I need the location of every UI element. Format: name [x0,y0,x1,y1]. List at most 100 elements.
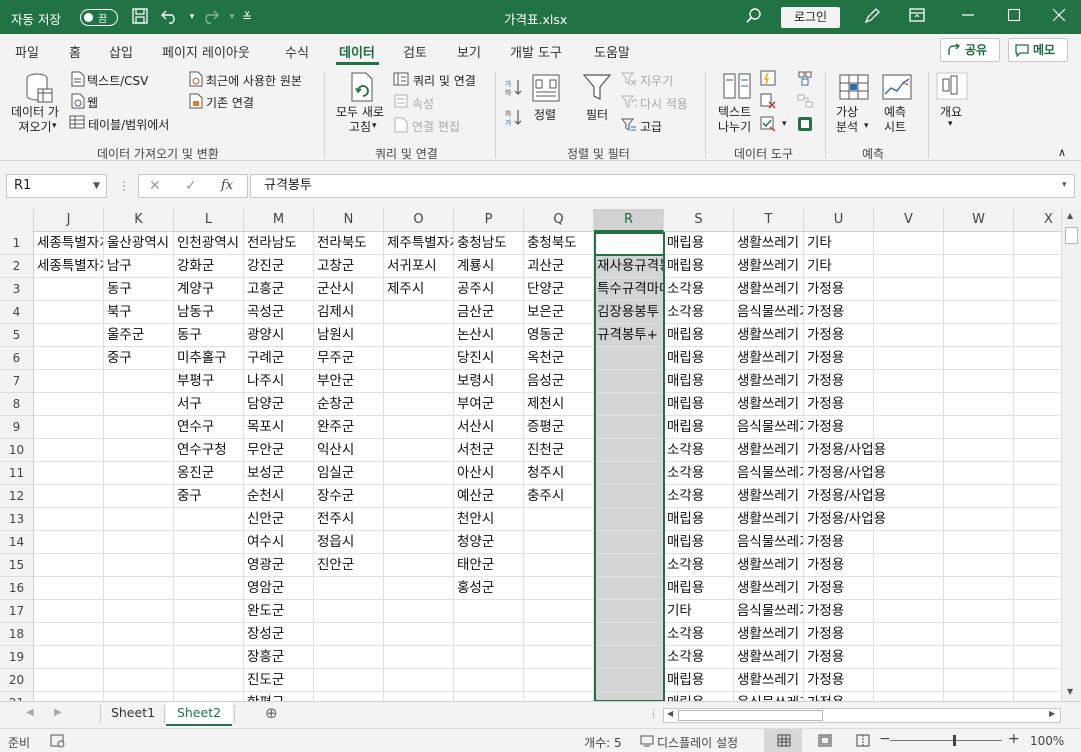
cell-s4[interactable]: 소각용 [664,301,733,324]
cell-u5[interactable]: 가정용 [804,324,944,347]
cell-m8[interactable]: 담양군 [244,393,313,416]
row-header-17[interactable]: 17 [0,600,34,623]
cell-u1[interactable]: 기타 [804,232,944,255]
cell-q5[interactable]: 영동군 [524,324,593,347]
row-header-7[interactable]: 7 [0,370,34,393]
cell-n7[interactable]: 부안군 [314,370,383,393]
edit-links-button[interactable]: 연결 편집 [412,118,460,135]
zoom-slider[interactable] [890,740,1002,741]
row-header-20[interactable]: 20 [0,669,34,692]
column-header-w[interactable]: W [944,209,1014,232]
reapply-button[interactable]: 다시 적용 [640,95,688,112]
cell-u21[interactable]: 가정용 [804,692,944,701]
cell-k5[interactable]: 울주군 [104,324,173,347]
cell-l6[interactable]: 미추홀구 [174,347,243,370]
cell-p13[interactable]: 천안시 [454,508,523,531]
cell-j1[interactable]: 세종특별자치시 [34,232,103,255]
cell-o3[interactable]: 제주시 [384,278,453,301]
login-button[interactable]: 로그인 [781,7,840,28]
cell-k1[interactable]: 울산광역시 [104,232,173,255]
cell-u3[interactable]: 가정용 [804,278,944,301]
cell-l12[interactable]: 중구 [174,485,243,508]
cell-p11[interactable]: 아산시 [454,462,523,485]
cell-u6[interactable]: 가정용 [804,347,944,370]
web-button[interactable]: 웹 [87,94,98,111]
cell-s19[interactable]: 소각용 [664,646,733,669]
pen-icon[interactable] [862,7,882,27]
cell-l5[interactable]: 동구 [174,324,243,347]
cell-s12[interactable]: 소각용 [664,485,733,508]
cell-q4[interactable]: 보은군 [524,301,593,324]
row-header-11[interactable]: 11 [0,462,34,485]
cell-t8[interactable]: 생활쓰레기 [734,393,803,416]
cell-l1[interactable]: 인천광역시 [174,232,243,255]
row-header-18[interactable]: 18 [0,623,34,646]
cell-k6[interactable]: 중구 [104,347,173,370]
cell-s1[interactable]: 매립용 [664,232,733,255]
autosave-toggle[interactable]: 끔 [80,9,118,26]
sort-button[interactable]: 정렬 [534,106,556,123]
cell-t16[interactable]: 생활쓰레기 [734,577,803,600]
cell-q6[interactable]: 옥천군 [524,347,593,370]
save-icon[interactable] [130,7,150,27]
cell-t2[interactable]: 생활쓰레기 [734,255,803,278]
minimize-icon[interactable] [958,7,978,27]
expand-formula-bar-icon[interactable]: ▾ [1062,180,1067,190]
cell-s6[interactable]: 매립용 [664,347,733,370]
clear-button[interactable]: 지우기 [640,72,673,89]
undo-icon[interactable] [160,7,180,27]
cell-t10[interactable]: 생활쓰레기 [734,439,803,462]
tab-help[interactable]: 도움말 [594,42,630,61]
column-header-j[interactable]: J [34,209,104,232]
cell-s15[interactable]: 소각용 [664,554,733,577]
cell-s21[interactable]: 매립용 [664,692,733,701]
cell-p14[interactable]: 청양군 [454,531,523,554]
normal-view-icon[interactable] [777,734,791,747]
column-header-t[interactable]: T [734,209,804,232]
cell-l8[interactable]: 서구 [174,393,243,416]
zoom-in-icon[interactable]: + [1008,731,1020,747]
cell-s16[interactable]: 매립용 [664,577,733,600]
cell-m12[interactable]: 순천시 [244,485,313,508]
scroll-right-icon[interactable]: ▶ [1049,709,1055,718]
text-to-columns-button[interactable]: 텍스트 나누기 [718,105,751,135]
row-header-5[interactable]: 5 [0,324,34,347]
cell-t3[interactable]: 생활쓰레기 [734,278,803,301]
cell-m6[interactable]: 구례군 [244,347,313,370]
what-if-button[interactable]: 가상 분석 [836,105,858,135]
column-header-m[interactable]: M [244,209,314,232]
cell-t21[interactable]: 음식물쓰레기 [734,692,803,701]
cell-m18[interactable]: 장성군 [244,623,313,646]
select-all-corner[interactable] [0,209,34,232]
tab-split-grip-icon[interactable]: ⋮ [648,707,659,720]
column-header-p[interactable]: P [454,209,524,232]
row-header-12[interactable]: 12 [0,485,34,508]
cell-u14[interactable]: 가정용 [804,531,944,554]
cell-u11[interactable]: 가정용/사업용 [804,462,944,485]
name-box[interactable]: R1 ▼ [6,174,107,198]
close-icon[interactable] [1049,7,1069,27]
column-header-o[interactable]: O [384,209,454,232]
redo-icon[interactable] [200,7,220,27]
cell-p2[interactable]: 계룡시 [454,255,523,278]
cell-u17[interactable]: 가정용 [804,600,944,623]
cell-n3[interactable]: 군산시 [314,278,383,301]
vertical-scrollbar[interactable]: ▲ ▼ [1061,209,1081,701]
cell-t13[interactable]: 생활쓰레기 [734,508,803,531]
cell-l9[interactable]: 연수구 [174,416,243,439]
column-header-u[interactable]: U [804,209,874,232]
cell-s20[interactable]: 매립용 [664,669,733,692]
formula-input[interactable]: 규격봉투 [250,174,1075,198]
column-header-n[interactable]: N [314,209,384,232]
cell-n15[interactable]: 진안군 [314,554,383,577]
maximize-icon[interactable] [1004,7,1024,27]
cell-k3[interactable]: 동구 [104,278,173,301]
cell-n13[interactable]: 전주시 [314,508,383,531]
cell-p8[interactable]: 부여군 [454,393,523,416]
column-header-q[interactable]: Q [524,209,594,232]
cell-l2[interactable]: 강화군 [174,255,243,278]
tab-view[interactable]: 보기 [457,42,481,61]
cell-s17[interactable]: 기타 [664,600,733,623]
row-header-19[interactable]: 19 [0,646,34,669]
cell-s2[interactable]: 매립용 [664,255,733,278]
